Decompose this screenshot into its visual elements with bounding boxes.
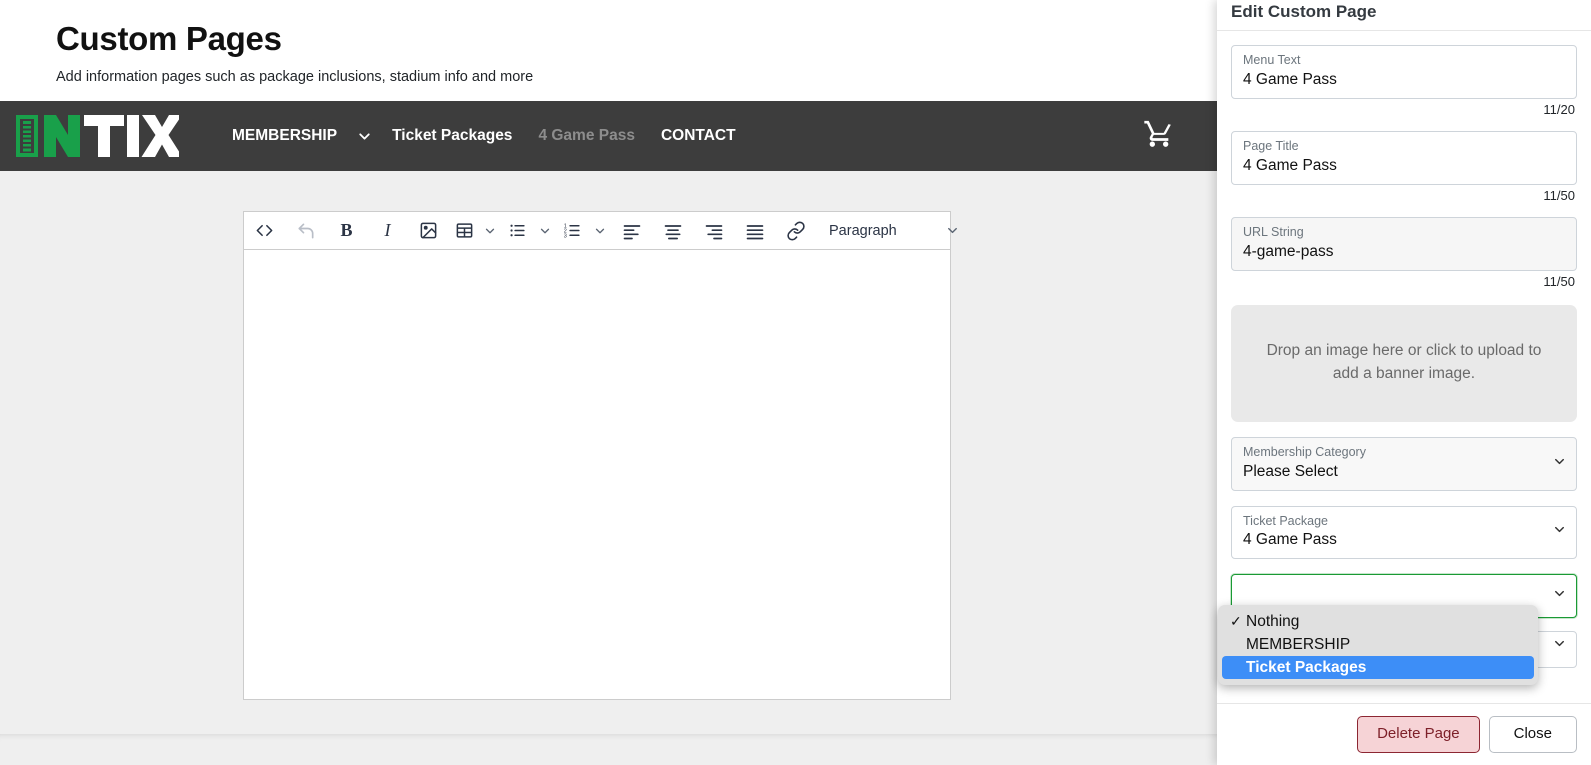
page-title-label: Page Title (1243, 138, 1299, 153)
toolbar-group-lists: 123 (501, 212, 611, 249)
edit-custom-page-panel: Edit Custom Page Menu Text 4 Game Pass 1… (1217, 0, 1591, 765)
panel-body: Menu Text 4 Game Pass 11/20 Page Title 4… (1217, 31, 1591, 703)
url-string-counter: 11/50 (1543, 273, 1575, 289)
intix-logo-svg (16, 115, 179, 157)
site-nav-link-membership[interactable]: MEMBERSHIP (219, 101, 350, 171)
toolbar-group-insert (408, 212, 501, 249)
menu-text-counter: 11/20 (1543, 101, 1575, 117)
site-nav-link-contact[interactable]: CONTACT (648, 101, 749, 171)
toolbar-group-source (244, 212, 285, 249)
code-icon[interactable] (244, 211, 285, 250)
membership-category-value: Please Select (1243, 462, 1338, 480)
site-preview-navbar: MEMBERSHIP Ticket Packages 4 Game Pass C… (0, 101, 1217, 171)
link-icon[interactable] (775, 211, 816, 250)
block-format-select[interactable]: Paragraph (816, 211, 974, 250)
chevron-down-icon (1552, 586, 1567, 606)
menu-text-label: Menu Text (1243, 53, 1301, 67)
shopping-cart-glyph (1144, 120, 1171, 147)
bullet-list-chevron-down-icon[interactable] (534, 211, 556, 250)
panel-title: Edit Custom Page (1231, 2, 1377, 21)
toolbar-group-link (775, 212, 816, 249)
dropdown-option-nothing[interactable]: ✓ Nothing (1222, 610, 1534, 633)
menu-text-field[interactable]: Menu Text 4 Game Pass (1231, 45, 1577, 99)
toolbar-group-inline: B I (326, 212, 408, 249)
site-nav-link-4-game-pass[interactable]: 4 Game Pass (525, 101, 648, 171)
dropdown-option-label: MEMBERSHIP (1246, 635, 1351, 653)
dropdown-option-ticket-packages[interactable]: Ticket Packages (1222, 656, 1534, 679)
panel-header: Edit Custom Page (1217, 0, 1591, 31)
membership-category-select[interactable]: Membership Category Please Select (1231, 436, 1577, 491)
svg-text:3: 3 (564, 234, 567, 240)
table-icon[interactable] (449, 211, 479, 250)
url-string-value: 4-game-pass (1243, 242, 1334, 260)
toolbar-group-history (285, 212, 326, 249)
align-center-icon[interactable] (652, 211, 693, 250)
page-title-field[interactable]: Page Title 4 Game Pass (1231, 130, 1577, 185)
intix-logo[interactable] (14, 113, 179, 159)
align-right-icon[interactable] (693, 211, 734, 250)
dropdown-option-label: Nothing (1246, 612, 1300, 630)
chevron-down-icon[interactable] (350, 128, 379, 145)
toolbar-group-align (611, 212, 775, 249)
bold-icon[interactable]: B (326, 211, 367, 250)
block-format-value: Paragraph (829, 222, 897, 239)
numbered-list-chevron-down-icon[interactable] (589, 211, 611, 250)
image-icon[interactable] (408, 211, 449, 250)
menu-text-value: 4 Game Pass (1243, 70, 1337, 88)
align-justify-icon[interactable] (734, 211, 775, 250)
italic-icon[interactable]: I (367, 211, 408, 250)
site-nav-links: MEMBERSHIP Ticket Packages 4 Game Pass C… (219, 101, 749, 171)
undo-icon[interactable] (285, 211, 326, 250)
bottom-band (0, 734, 1217, 765)
rich-text-editor: B I 1 2 3 Paragraph (243, 211, 957, 700)
dropdown-option-label: Ticket Packages (1246, 658, 1367, 676)
align-left-icon[interactable] (611, 211, 652, 250)
url-string-field[interactable]: URL String 4-game-pass (1231, 216, 1577, 271)
check-icon: ✓ (1230, 613, 1242, 629)
page-header: Custom Pages Add information pages such … (0, 0, 1217, 101)
membership-category-label: Membership Category (1243, 444, 1366, 459)
main-content-area: Custom Pages Add information pages such … (0, 0, 1217, 765)
bullet-list-icon[interactable] (501, 211, 534, 250)
dropzone-text: Drop an image here or click to upload to… (1266, 342, 1542, 383)
editor-toolbar: B I 1 2 3 Paragraph (243, 211, 957, 250)
numbered-list-icon[interactable]: 123 (556, 211, 589, 250)
table-chevron-down-icon[interactable] (479, 211, 501, 250)
parent-menu-dropdown-list[interactable]: ✓ Nothing MEMBERSHIP Ticket Packages (1218, 605, 1538, 685)
page-title-value: 4 Game Pass (1243, 156, 1337, 174)
page-subtitle: Add information pages such as package in… (56, 69, 534, 86)
url-string-label: URL String (1243, 224, 1304, 239)
editor-content-area[interactable] (243, 250, 951, 700)
page-title-counter: 11/50 (1543, 187, 1575, 203)
ticket-package-select[interactable]: Ticket Package 4 Game Pass (1231, 505, 1577, 560)
close-button[interactable]: Close (1488, 716, 1577, 753)
banner-image-dropzone[interactable]: Drop an image here or click to upload to… (1231, 304, 1577, 422)
page-title: Custom Pages (56, 20, 282, 57)
block-format-chevron-down-icon (945, 223, 960, 238)
shopping-cart-icon[interactable] (1141, 118, 1177, 155)
panel-footer: Delete Page Close (1217, 703, 1591, 765)
delete-page-button[interactable]: Delete Page (1357, 716, 1480, 753)
ticket-package-label: Ticket Package (1243, 513, 1328, 528)
dropdown-option-membership[interactable]: MEMBERSHIP (1222, 633, 1534, 656)
ticket-package-value: 4 Game Pass (1243, 531, 1337, 549)
site-nav-link-ticket-packages[interactable]: Ticket Packages (379, 101, 525, 171)
